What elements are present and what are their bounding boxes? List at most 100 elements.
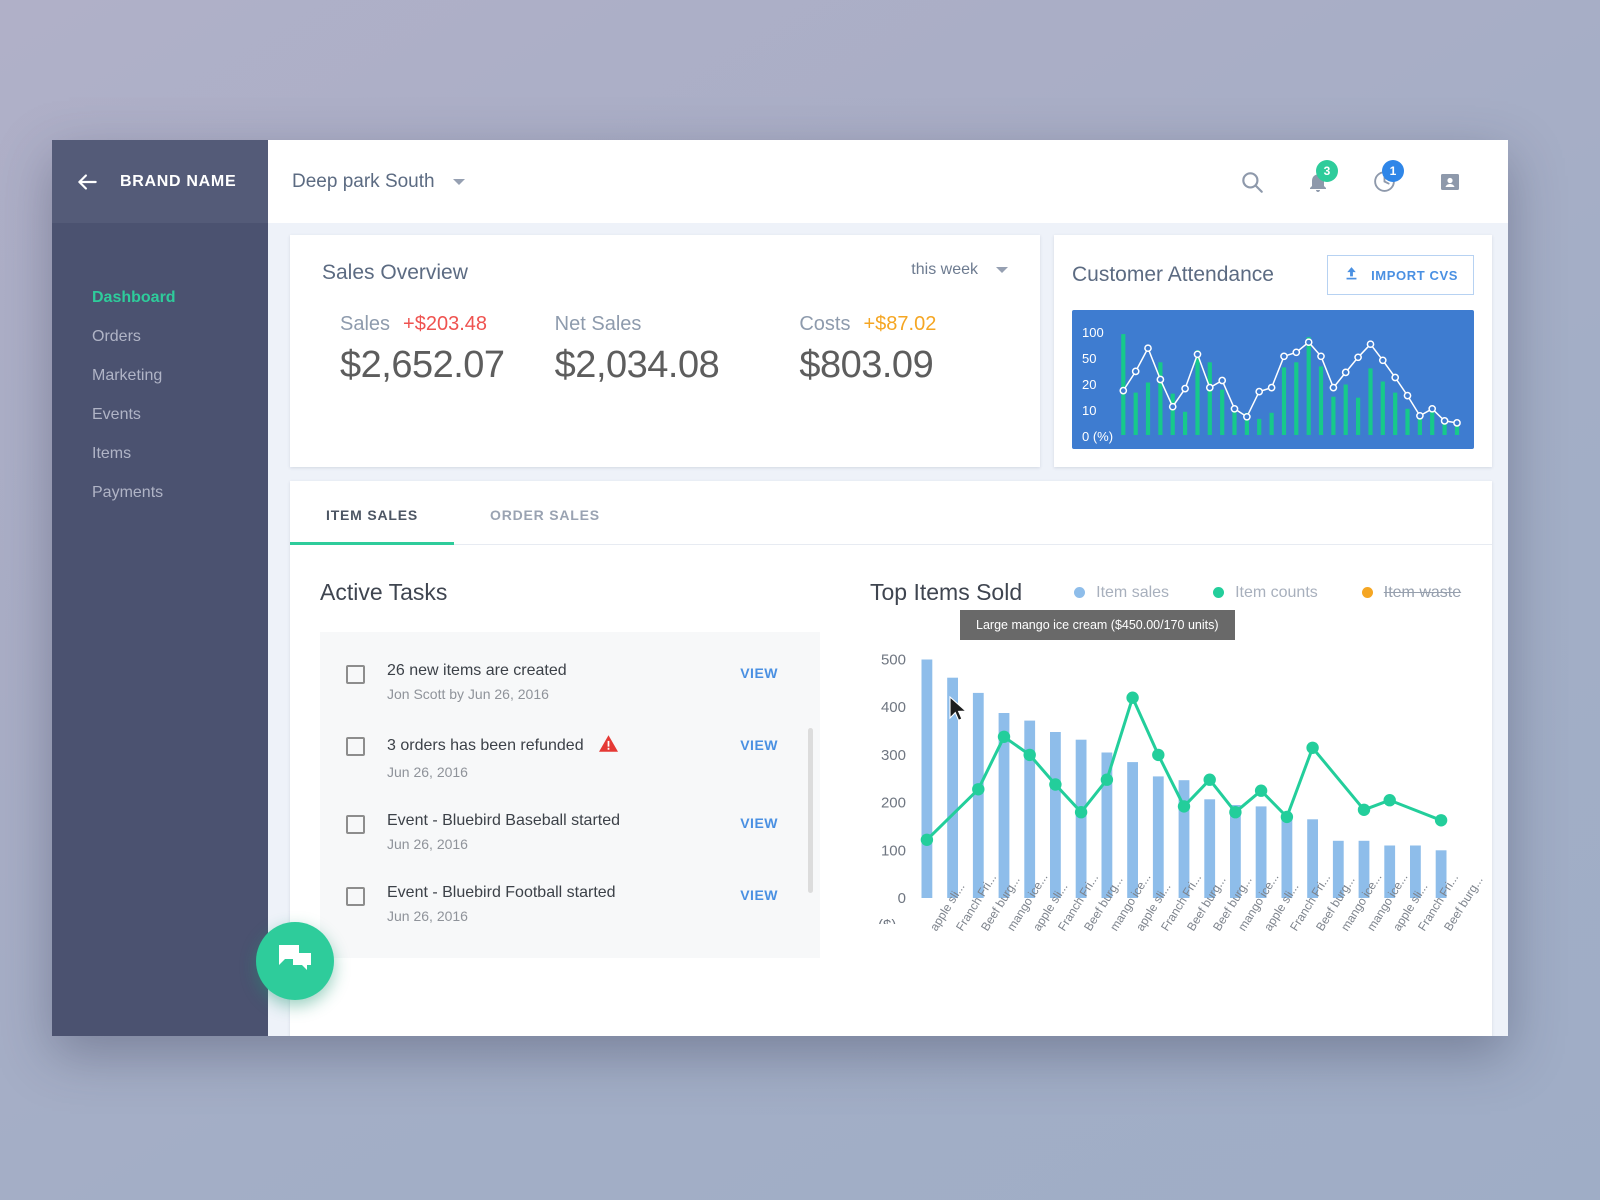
task-view-link[interactable]: VIEW	[740, 665, 778, 681]
customer-attendance-chart: 100 50 20 10 0 (%)	[1072, 310, 1474, 449]
arrow-left-icon[interactable]	[74, 169, 100, 195]
svg-text:0: 0	[898, 890, 906, 907]
import-cvs-label: IMPORT CVS	[1371, 267, 1458, 283]
task-view-link[interactable]: VIEW	[740, 737, 778, 753]
task-title: Event - Bluebird Football started	[387, 884, 616, 901]
task-checkbox[interactable]	[346, 665, 365, 684]
clock-badge: 1	[1382, 159, 1404, 182]
task-view-link[interactable]: VIEW	[740, 815, 778, 831]
sales-overview-header: Sales Overview this week	[322, 261, 1008, 285]
mouse-cursor-icon	[948, 695, 970, 729]
legend-item-item-waste[interactable]: Item waste	[1361, 583, 1462, 602]
chevron-down-icon	[452, 178, 465, 185]
location-label: Deep park South	[292, 170, 435, 192]
metric-costs-delta: +$87.02	[863, 313, 937, 335]
svg-text:100: 100	[1082, 325, 1104, 340]
svg-text:20: 20	[1082, 377, 1096, 392]
chat-fab-button[interactable]	[256, 922, 334, 1000]
panels-row: Active Tasks 26 new items are created Jo…	[290, 545, 1492, 1014]
sidebar-item-payments[interactable]: Payments	[52, 473, 268, 512]
content-area: Sales Overview this week Sales +$203.48	[268, 223, 1508, 1036]
task-checkbox[interactable]	[346, 737, 365, 756]
search-icon[interactable]	[1230, 160, 1274, 204]
metric-sales-label: Sales	[340, 313, 391, 335]
sales-overview-title: Sales Overview	[322, 261, 468, 284]
bell-badge: 3	[1316, 159, 1338, 182]
svg-text:100: 100	[881, 842, 906, 859]
customer-attendance-card: Customer Attendance IMPORT CVS 100 50 20 10…	[1054, 235, 1492, 467]
legend-label: Item sales	[1096, 583, 1170, 601]
metric-sales-value: $2,652.07	[340, 344, 505, 386]
metric-net-sales: Net Sales $2,034.08	[549, 313, 764, 387]
legend-item-item-counts[interactable]: Item counts	[1213, 584, 1318, 602]
chart-tooltip: Large mango ice cream ($450.00/170 units…	[960, 610, 1235, 640]
tasks-scrollbar[interactable]	[808, 728, 813, 893]
warning-triangle-icon	[598, 734, 619, 758]
svg-text:200: 200	[881, 795, 906, 812]
task-row: 3 orders has been refunded Jun 26, 2016 …	[320, 718, 820, 796]
customer-attendance-header: Customer Attendance IMPORT CVS	[1072, 255, 1474, 295]
task-title: 3 orders has been refunded	[387, 737, 584, 754]
sidebar-item-orders[interactable]: Orders	[52, 317, 268, 356]
svg-text:500: 500	[881, 652, 906, 669]
clock-history-icon[interactable]: 1	[1362, 159, 1406, 204]
contact-card-icon[interactable]	[1428, 160, 1472, 204]
task-row: 26 new items are created Jon Scott by Ju…	[320, 646, 820, 718]
sidebar-item-events[interactable]: Events	[52, 395, 268, 434]
task-view-link[interactable]: VIEW	[740, 887, 778, 903]
topbar: Deep park South 3 1	[268, 140, 1508, 223]
task-row: Event - Bluebird Football started Jun 26…	[320, 868, 820, 940]
tab-order-sales[interactable]: ORDER SALES	[454, 481, 636, 545]
legend-dot	[1213, 587, 1225, 598]
legend-dot	[1361, 587, 1373, 598]
metric-costs: Costs +$87.02 $803.09	[763, 313, 1008, 387]
active-tasks-panel: Active Tasks 26 new items are created Jo…	[320, 579, 820, 1014]
active-tasks-list: 26 new items are created Jon Scott by Ju…	[320, 632, 820, 958]
chart-legend: Item sales Item counts Item waste	[1074, 584, 1461, 602]
metric-sales: Sales +$203.48 $2,652.07	[322, 313, 549, 387]
bell-icon[interactable]: 3	[1296, 159, 1340, 204]
upload-icon	[1343, 265, 1360, 285]
item-sales-card: ITEM SALES ORDER SALES Active Tasks 26 n…	[290, 481, 1492, 1036]
task-checkbox[interactable]	[346, 815, 365, 834]
chevron-down-icon	[996, 267, 1008, 273]
sidebar-header: BRAND NAME	[52, 140, 268, 223]
legend-label: Item counts	[1235, 583, 1318, 601]
tab-item-sales[interactable]: ITEM SALES	[290, 481, 455, 545]
sidebar-item-items[interactable]: Items	[52, 434, 268, 473]
legend-dot	[1074, 587, 1086, 598]
svg-text:300: 300	[881, 747, 906, 764]
sidebar-item-dashboard[interactable]: Dashboard	[52, 278, 268, 317]
svg-text:0 (%): 0 (%)	[1082, 429, 1113, 444]
period-select[interactable]: this week	[911, 261, 1008, 279]
task-subtitle: Jun 26, 2016	[387, 764, 468, 780]
metric-costs-value: $803.09	[799, 344, 934, 386]
legend-label: Item waste	[1383, 583, 1462, 601]
metric-sales-delta: +$203.48	[403, 313, 488, 335]
task-subtitle: Jon Scott by Jun 26, 2016	[387, 686, 549, 702]
metric-costs-label: Costs	[799, 313, 851, 335]
tabs: ITEM SALES ORDER SALES	[290, 481, 1492, 545]
svg-text:10: 10	[1082, 403, 1096, 418]
task-subtitle: Jun 26, 2016	[387, 836, 468, 852]
top-items-sold-panel: Top Items Sold Item sales Item counts It…	[820, 579, 1486, 1014]
period-label: this week	[911, 261, 978, 278]
task-checkbox[interactable]	[346, 887, 365, 906]
metric-net-sales-value: $2,034.08	[554, 344, 720, 386]
app-window: BRAND NAME Dashboard Orders Marketing Ev…	[52, 140, 1508, 1036]
sidebar-item-marketing[interactable]: Marketing	[52, 356, 268, 395]
location-select[interactable]: Deep park South	[292, 171, 465, 193]
sales-overview-card: Sales Overview this week Sales +$203.48	[290, 235, 1040, 467]
brand-name: BRAND NAME	[120, 172, 237, 190]
svg-text:($): ($)	[878, 917, 896, 924]
legend-item-item-sales[interactable]: Item sales	[1074, 584, 1169, 602]
metric-net-sales-label: Net Sales	[554, 313, 642, 335]
top-cards-row: Sales Overview this week Sales +$203.48	[290, 235, 1492, 467]
task-row: Event - Bluebird Baseball started Jun 26…	[320, 796, 820, 868]
chat-bubbles-icon	[277, 943, 313, 980]
top-items-sold-title: Top Items Sold	[870, 579, 1023, 605]
svg-text:50: 50	[1082, 351, 1096, 366]
import-cvs-button[interactable]: IMPORT CVS	[1327, 255, 1474, 295]
task-subtitle: Jun 26, 2016	[387, 908, 468, 924]
sidebar-nav: Dashboard Orders Marketing Events Items …	[52, 223, 268, 512]
